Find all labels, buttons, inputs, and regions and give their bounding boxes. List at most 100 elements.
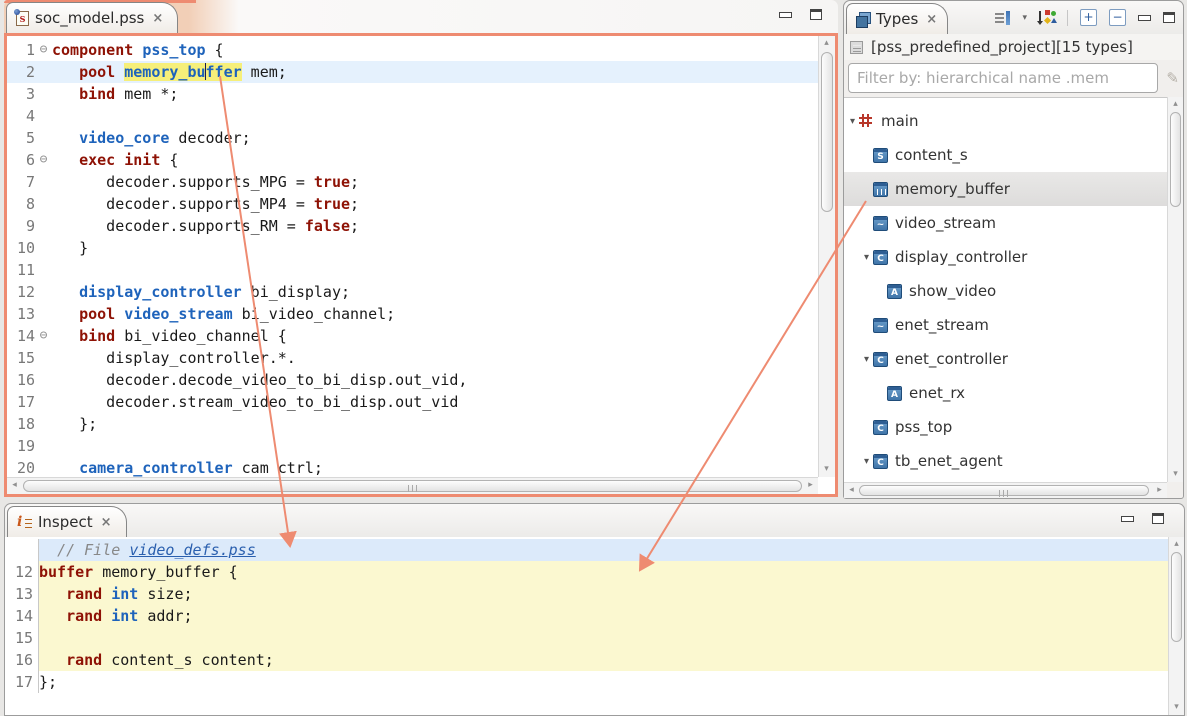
minimize-icon[interactable] <box>779 12 792 18</box>
tree-item-show_video[interactable]: Ashow_video <box>844 274 1167 308</box>
scrollbar-thumb[interactable] <box>1170 112 1181 207</box>
tree-item-tb_enet_agent[interactable]: ▾Ctb_enet_agent <box>844 444 1167 478</box>
inspect-line[interactable]: 13 rand int size; <box>5 583 1184 605</box>
filter-view-icon[interactable] <box>995 11 1010 25</box>
inspect-line[interactable]: 17}; <box>5 671 1184 693</box>
tree-item-content_s[interactable]: Scontent_s <box>844 138 1167 172</box>
scroll-down-icon[interactable]: ▾ <box>1168 467 1183 482</box>
code-token: } <box>52 239 88 257</box>
inspect-line[interactable]: 16 rand content_s content; <box>5 649 1184 671</box>
code-line[interactable]: 1⊖component pss_top { <box>7 39 818 61</box>
tree-expander-icon[interactable]: ▾ <box>846 116 859 127</box>
scroll-up-icon[interactable]: ▴ <box>1168 97 1183 112</box>
inspect-code[interactable]: // File video_defs.pss12buffer memory_bu… <box>5 537 1184 715</box>
struct-icon: S <box>873 148 888 163</box>
close-icon[interactable]: × <box>926 12 937 27</box>
maximize-icon[interactable] <box>1152 513 1164 524</box>
sort-icon[interactable] <box>1039 10 1055 25</box>
inspect-vertical-scrollbar[interactable]: ▴ ▾ <box>1168 537 1184 715</box>
tree-item-video_stream[interactable]: ~video_stream <box>844 206 1167 240</box>
inspect-line[interactable]: // File video_defs.pss <box>5 539 1184 561</box>
tree-item-display_controller[interactable]: ▾Cdisplay_controller <box>844 240 1167 274</box>
fold-marker-icon[interactable]: ⊖ <box>35 149 52 171</box>
code-line[interactable]: 8 decoder.supports_MP4 = true; <box>7 193 818 215</box>
file-link[interactable]: video_defs.pss <box>129 541 255 559</box>
code-line[interactable]: 12 display_controller bi_display; <box>7 281 818 303</box>
code-line[interactable]: 11 <box>7 259 818 281</box>
code-line[interactable]: 2 pool memory_buffer mem; <box>7 61 818 83</box>
code-line[interactable]: 4 <box>7 105 818 127</box>
inspect-line[interactable]: 15 <box>5 627 1184 649</box>
clear-filter-icon[interactable]: ✎ <box>1166 69 1179 87</box>
types-vertical-scrollbar[interactable]: ▴ ▾ <box>1167 97 1183 482</box>
tree-item-enet_stream[interactable]: ~enet_stream <box>844 308 1167 342</box>
scroll-left-icon[interactable]: ◂ <box>844 483 859 498</box>
tree-item-memory_buffer[interactable]: memory_buffer <box>844 172 1167 206</box>
code-line[interactable]: 17 decoder.stream_video_to_bi_disp.out_v… <box>7 391 818 413</box>
type-filter-input[interactable] <box>848 63 1158 93</box>
scroll-down-icon[interactable]: ▾ <box>819 462 834 477</box>
code-token: mem; <box>242 63 287 81</box>
editor-code[interactable]: 1⊖component pss_top {2 pool memory_buffe… <box>7 36 818 477</box>
code-line[interactable]: 13 pool video_stream bi_video_channel; <box>7 303 818 325</box>
tree-item-pss_top[interactable]: Cpss_top <box>844 410 1167 444</box>
scrollbar-thumb[interactable] <box>23 480 802 492</box>
fold-marker-icon[interactable]: ⊖ <box>35 39 52 61</box>
inspect-line[interactable]: 12buffer memory_buffer { <box>5 561 1184 583</box>
scrollbar-thumb[interactable] <box>821 52 833 212</box>
collapse-all-icon[interactable]: − <box>1109 9 1126 26</box>
tree-expander-icon[interactable]: ▾ <box>860 252 873 263</box>
project-scope-icon <box>850 41 863 54</box>
close-icon[interactable]: × <box>152 11 163 26</box>
scroll-right-icon[interactable]: ▸ <box>1152 483 1167 498</box>
minimize-icon[interactable] <box>1138 15 1151 21</box>
tab-types[interactable]: Types × <box>846 3 948 34</box>
maximize-icon[interactable] <box>1163 12 1175 23</box>
tree-expander-icon[interactable]: ▾ <box>860 354 873 365</box>
code-token <box>39 585 66 603</box>
code-line[interactable]: 10 } <box>7 237 818 259</box>
code-token <box>52 305 79 323</box>
code-token <box>52 459 79 477</box>
tree-item-enet_rx[interactable]: Aenet_rx <box>844 376 1167 410</box>
expand-all-icon[interactable]: + <box>1080 9 1097 26</box>
editor-horizontal-scrollbar[interactable]: ◂ ▸ <box>7 477 818 494</box>
tree-expander-icon[interactable]: ▾ <box>860 456 873 467</box>
close-icon[interactable]: × <box>101 515 112 530</box>
code-token: bi_display; <box>242 283 350 301</box>
line-number: 13 <box>7 303 35 325</box>
scroll-right-icon[interactable]: ▸ <box>803 478 818 493</box>
code-line[interactable]: 14⊖ bind bi_video_channel { <box>7 325 818 347</box>
scroll-up-icon[interactable]: ▴ <box>819 36 834 51</box>
code-line[interactable]: 6⊖ exec init { <box>7 149 818 171</box>
tree-item-label: enet_rx <box>909 384 965 402</box>
tree-item-main[interactable]: ▾main <box>844 104 1167 138</box>
code-line[interactable]: 19 <box>7 435 818 457</box>
code-line[interactable]: 5 video_core decoder; <box>7 127 818 149</box>
maximize-icon[interactable] <box>810 9 822 20</box>
scrollbar-thumb[interactable] <box>859 485 1149 496</box>
code-line[interactable]: 15 display_controller.*. <box>7 347 818 369</box>
code-line[interactable]: 20 camera_controller cam ctrl; <box>7 457 818 477</box>
inspect-line[interactable]: 14 rand int addr; <box>5 605 1184 627</box>
fold-spacer <box>35 127 52 149</box>
code-token: decoder.supports_MPG = <box>52 173 314 191</box>
code-line[interactable]: 3 bind mem *; <box>7 83 818 105</box>
minimize-icon[interactable] <box>1121 516 1134 522</box>
code-line[interactable]: 9 decoder.supports_RM = false; <box>7 215 818 237</box>
code-line[interactable]: 7 decoder.supports_MPG = true; <box>7 171 818 193</box>
scroll-left-icon[interactable]: ◂ <box>7 478 22 493</box>
tree-item-enet_controller[interactable]: ▾Cenet_controller <box>844 342 1167 376</box>
code-line[interactable]: 16 decoder.decode_video_to_bi_disp.out_v… <box>7 369 818 391</box>
editor-viewport[interactable]: 1⊖component pss_top {2 pool memory_buffe… <box>4 33 838 497</box>
scroll-up-icon[interactable]: ▴ <box>1169 537 1184 552</box>
tab-inspect[interactable]: i Inspect × <box>7 506 127 537</box>
chevron-down-icon[interactable]: ▾ <box>1022 13 1027 23</box>
editor-vertical-scrollbar[interactable]: ▴ ▾ <box>818 36 835 477</box>
tab-soc-model-pss[interactable]: S soc_model.pss × <box>6 2 178 33</box>
scroll-down-icon[interactable]: ▾ <box>1169 700 1184 715</box>
fold-marker-icon[interactable]: ⊖ <box>35 325 52 347</box>
code-line[interactable]: 18 }; <box>7 413 818 435</box>
types-horizontal-scrollbar[interactable]: ◂ ▸ <box>844 482 1167 498</box>
scrollbar-thumb[interactable] <box>1171 552 1182 642</box>
